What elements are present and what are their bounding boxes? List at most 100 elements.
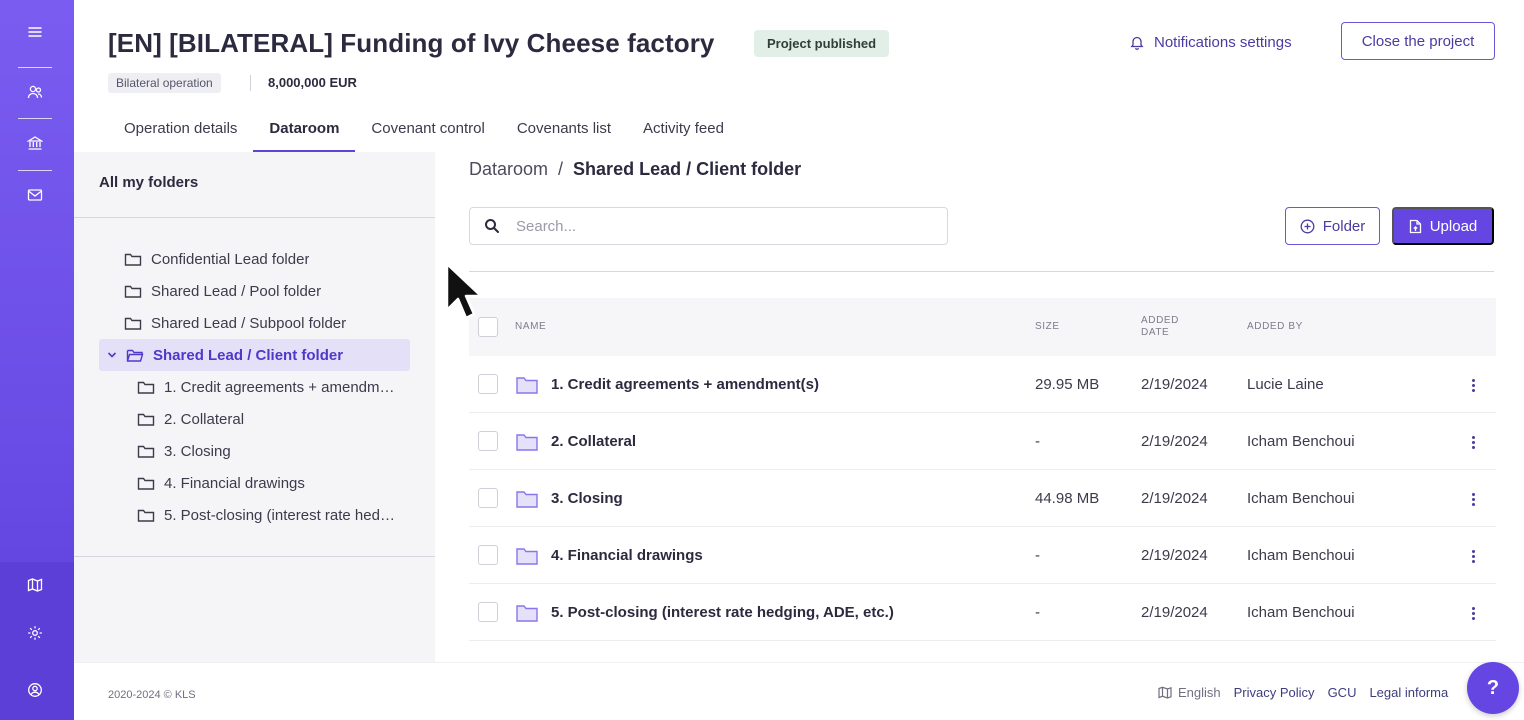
table-row[interactable]: 1. Credit agreements + amendment(s) 29.9…	[469, 356, 1496, 413]
tree-item-label: Confidential Lead folder	[151, 250, 310, 268]
tree-divider	[74, 556, 435, 557]
gear-icon[interactable]	[0, 613, 70, 653]
new-folder-button[interactable]: Folder	[1285, 207, 1380, 245]
row-checkbox[interactable]	[478, 602, 498, 622]
tab-activity-feed[interactable]: Activity feed	[627, 104, 740, 152]
rail-divider	[18, 170, 52, 171]
privacy-policy-link[interactable]: Privacy Policy	[1234, 685, 1315, 700]
mail-icon[interactable]	[0, 175, 70, 215]
more-options-icon[interactable]	[1467, 376, 1479, 394]
tree-item-confidential-lead[interactable]: Confidential Lead folder	[124, 243, 309, 275]
rail-bottom-section	[0, 562, 74, 720]
folder-icon	[137, 445, 155, 458]
operation-amount: 8,000,000 EUR	[268, 75, 357, 90]
tree-item-shared-client[interactable]: Shared Lead / Client folder	[99, 339, 410, 371]
tab-operation-details[interactable]: Operation details	[108, 104, 253, 152]
tree-item-closing[interactable]: 3. Closing	[137, 435, 231, 467]
folder-icon	[515, 470, 539, 527]
row-size: 29.95 MB	[1035, 376, 1100, 393]
folder-icon	[515, 413, 539, 470]
mouse-cursor-icon	[445, 262, 483, 320]
row-name[interactable]: 2. Collateral	[551, 413, 636, 470]
language-label: English	[1178, 685, 1221, 700]
meta-divider	[250, 75, 251, 91]
row-checkbox[interactable]	[478, 374, 498, 394]
gcu-link[interactable]: GCU	[1328, 685, 1357, 700]
row-name[interactable]: 1. Credit agreements + amendment(s)	[551, 356, 819, 413]
dataroom-pane: Dataroom / Shared Lead / Client folder F…	[435, 152, 1524, 662]
close-project-button[interactable]: Close the project	[1341, 22, 1495, 60]
table-row[interactable]: 3. Closing 44.98 MB 2/19/2024 Icham Benc…	[469, 470, 1496, 527]
row-size: -	[1035, 433, 1040, 450]
tree-item-label: 4. Financial drawings	[164, 474, 305, 492]
map-icon[interactable]	[0, 565, 70, 605]
tab-covenants-list[interactable]: Covenants list	[501, 104, 627, 152]
help-button[interactable]: ?	[1467, 662, 1519, 714]
page-title: [EN] [BILATERAL] Funding of Ivy Cheese f…	[108, 28, 715, 58]
folder-tree-heading[interactable]: All my folders	[99, 174, 198, 191]
table-row[interactable]: 5. Post-closing (interest rate hedging, …	[469, 584, 1496, 641]
table-row[interactable]: 2. Collateral - 2/19/2024 Icham Benchoui	[469, 413, 1496, 470]
chevron-down-icon[interactable]	[107, 351, 117, 359]
rail-divider	[18, 118, 52, 119]
column-header-added-by[interactable]: Added by	[1247, 321, 1303, 333]
folder-open-icon	[126, 349, 144, 362]
project-tabs: Operation details Dataroom Covenant cont…	[108, 104, 740, 152]
row-date: 2/19/2024	[1141, 547, 1208, 564]
notifications-settings-link[interactable]: Notifications settings	[1130, 31, 1292, 53]
tree-item-label: 2. Collateral	[164, 410, 245, 428]
tree-item-credit-agreements[interactable]: 1. Credit agreements + amendment(s)	[137, 371, 407, 403]
breadcrumb-root[interactable]: Dataroom	[469, 159, 548, 180]
folder-icon	[124, 317, 142, 330]
row-name[interactable]: 4. Financial drawings	[551, 527, 703, 584]
copyright: 2020-2024 © KLS	[108, 689, 196, 701]
tree-item-post-closing[interactable]: 5. Post-closing (interest rate hedging, …	[137, 499, 407, 531]
column-header-size[interactable]: Size	[1035, 321, 1060, 333]
column-header-name[interactable]: Name	[515, 321, 546, 333]
row-checkbox[interactable]	[478, 431, 498, 451]
breadcrumb-current: Shared Lead / Client folder	[573, 159, 802, 179]
table-header: Name Size Added date Added by	[469, 298, 1496, 356]
menu-icon[interactable]	[0, 12, 70, 52]
folder-tree-panel: All my folders Confidential Lead folder …	[74, 152, 435, 662]
row-name[interactable]: 3. Closing	[551, 470, 623, 527]
row-checkbox[interactable]	[478, 488, 498, 508]
folder-icon	[137, 509, 155, 522]
tree-item-financial-drawings[interactable]: 4. Financial drawings	[137, 467, 305, 499]
tree-item-shared-subpool[interactable]: Shared Lead / Subpool folder	[124, 307, 346, 339]
tree-divider	[74, 217, 435, 218]
search-icon	[485, 219, 499, 233]
tree-item-label: Shared Lead / Subpool folder	[151, 314, 347, 332]
upload-button[interactable]: Upload	[1392, 207, 1494, 245]
column-header-added-date[interactable]: Added date	[1141, 315, 1191, 339]
legal-information-link[interactable]: Legal informa	[1369, 685, 1448, 700]
side-rail	[0, 0, 74, 720]
row-added-by: Lucie Laine	[1247, 376, 1324, 393]
row-date: 2/19/2024	[1141, 604, 1208, 621]
operation-type-tag: Bilateral operation	[108, 73, 221, 93]
users-icon[interactable]	[0, 72, 70, 112]
row-added-by: Icham Benchoui	[1247, 490, 1355, 507]
tree-item-shared-pool[interactable]: Shared Lead / Pool folder	[124, 275, 321, 307]
search-box[interactable]	[469, 207, 948, 245]
row-checkbox[interactable]	[478, 545, 498, 565]
bank-icon[interactable]	[0, 123, 70, 163]
notifications-settings-label: Notifications settings	[1154, 33, 1292, 51]
more-options-icon[interactable]	[1467, 490, 1479, 508]
more-options-icon[interactable]	[1467, 604, 1479, 622]
row-name[interactable]: 5. Post-closing (interest rate hedging, …	[551, 584, 894, 641]
more-options-icon[interactable]	[1467, 547, 1479, 565]
tree-item-label: Shared Lead / Pool folder	[151, 282, 322, 300]
tab-covenant-control[interactable]: Covenant control	[355, 104, 500, 152]
language-selector[interactable]: English	[1158, 685, 1221, 700]
tree-item-collateral[interactable]: 2. Collateral	[137, 403, 244, 435]
search-input[interactable]	[516, 217, 916, 235]
tab-dataroom[interactable]: Dataroom	[253, 104, 356, 152]
footer-links: English Privacy Policy GCU Legal informa	[1158, 685, 1448, 700]
tree-item-label: 3. Closing	[164, 442, 231, 460]
table-row[interactable]: 4. Financial drawings - 2/19/2024 Icham …	[469, 527, 1496, 584]
plus-circle-icon	[1300, 219, 1315, 233]
account-icon[interactable]	[0, 670, 70, 710]
more-options-icon[interactable]	[1467, 433, 1479, 451]
upload-label: Upload	[1429, 217, 1478, 235]
